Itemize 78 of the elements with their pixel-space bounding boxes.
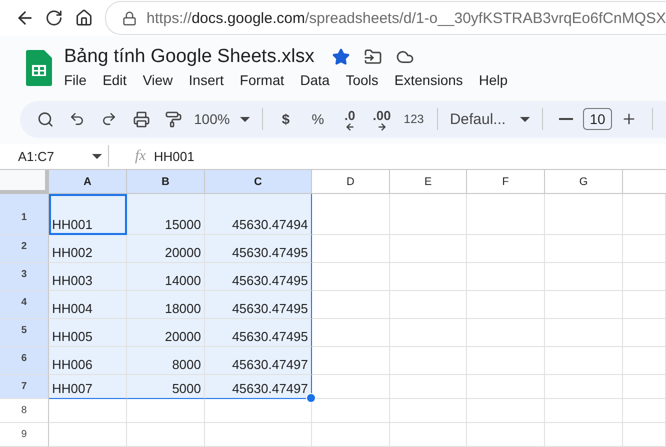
table-cell: 45630.47494: [205, 194, 312, 235]
table-cell: HH004: [49, 291, 127, 319]
printer-icon: [132, 110, 150, 128]
paint-roller-icon: [164, 110, 182, 128]
row-header[interactable]: 3: [0, 263, 49, 291]
menu-item[interactable]: Data: [300, 70, 337, 90]
url-text: https://docs.google.com/spreadsheets/d/1-o__30yfKSTRAB3vrqEo6fCnMQSX: [146, 10, 666, 27]
right-arrow-icon: [376, 122, 387, 132]
star-icon[interactable]: [332, 48, 350, 66]
table-cell: HH001: [49, 194, 127, 235]
menu-item[interactable]: Insert: [188, 70, 231, 90]
table-cell: HH007: [49, 375, 127, 399]
table-cell: 20000: [127, 319, 205, 347]
table-cell: HH003: [49, 263, 127, 291]
percent-button[interactable]: %: [302, 104, 333, 134]
fx-label: fx: [135, 148, 146, 165]
row-header[interactable]: 4: [0, 291, 49, 319]
zoom-dropdown[interactable]: 100%: [190, 104, 254, 134]
menu-item[interactable]: Tools: [346, 70, 386, 90]
sheets-logo-icon: [26, 50, 52, 86]
name-box[interactable]: A1:C7: [18, 148, 102, 164]
table-cell: 20000: [127, 235, 205, 263]
table-cell: 5000: [127, 375, 205, 399]
document-title[interactable]: Bảng tính Google Sheets.xlsx: [64, 46, 314, 68]
column-header[interactable]: B: [127, 170, 205, 194]
number-format-button[interactable]: 123: [398, 104, 429, 134]
currency-button[interactable]: $: [270, 104, 301, 134]
increase-decimal-button[interactable]: .00: [366, 104, 397, 134]
column-header[interactable]: D: [312, 170, 390, 194]
menu-item[interactable]: View: [142, 70, 180, 90]
redo-icon: [101, 111, 117, 128]
move-folder-icon[interactable]: [364, 48, 382, 66]
table-cell: HH002: [49, 235, 127, 263]
reload-icon: [45, 9, 64, 28]
row-header[interactable]: 6: [0, 347, 49, 375]
menu-item[interactable]: Edit: [102, 70, 134, 90]
menu-item[interactable]: Help: [478, 70, 515, 90]
caret-icon: [92, 154, 102, 159]
column-header[interactable]: E: [390, 170, 467, 194]
font-dropdown[interactable]: Defaul...: [446, 104, 534, 134]
fill-handle[interactable]: [306, 393, 316, 403]
caret-icon: [520, 116, 530, 122]
address-bar[interactable]: https://docs.google.com/spreadsheets/d/1-o__30yfKSTRAB3vrqEo6fCnMQSX: [104, 1, 666, 36]
minus-icon: [558, 118, 573, 120]
table-cell: HH006: [49, 347, 127, 375]
table-cell: HH005: [49, 319, 127, 347]
column-header[interactable]: G: [545, 170, 623, 194]
row-header[interactable]: 8: [0, 399, 49, 423]
row-header[interactable]: 9: [0, 423, 49, 447]
select-all-corner[interactable]: [0, 170, 49, 194]
caret-icon: [240, 116, 250, 122]
row-header[interactable]: 1: [0, 194, 49, 235]
table-cell: 18000: [127, 291, 205, 319]
table-cell: 45630.47495: [205, 235, 312, 263]
font-size-field[interactable]: 10: [582, 108, 612, 130]
lock-icon: [122, 10, 137, 26]
column-header[interactable]: C: [205, 170, 312, 194]
decrease-decimal-button[interactable]: .0: [334, 104, 365, 134]
table-cell: 45630.47495: [205, 319, 312, 347]
column-header[interactable]: A: [49, 170, 127, 194]
home-icon: [74, 9, 93, 28]
row-header[interactable]: 5: [0, 319, 49, 347]
table-cell: 45630.47495: [205, 263, 312, 291]
table-cell: 45630.47495: [205, 291, 312, 319]
table-cell: 14000: [127, 263, 205, 291]
row-header[interactable]: 7: [0, 375, 49, 399]
search-icon: [36, 110, 54, 128]
table-cell: 15000: [127, 194, 205, 235]
column-header[interactable]: F: [467, 170, 545, 194]
undo-icon: [69, 111, 85, 128]
row-header[interactable]: 2: [0, 235, 49, 263]
menu-item[interactable]: File: [64, 70, 94, 90]
menu-item[interactable]: Extensions: [394, 70, 470, 90]
table-cell: 8000: [127, 347, 205, 375]
table-cell: 45630.47497: [205, 347, 312, 375]
formula-value[interactable]: HH001: [154, 148, 194, 164]
menu-item[interactable]: Format: [240, 70, 292, 90]
left-arrow-icon: [344, 122, 355, 132]
